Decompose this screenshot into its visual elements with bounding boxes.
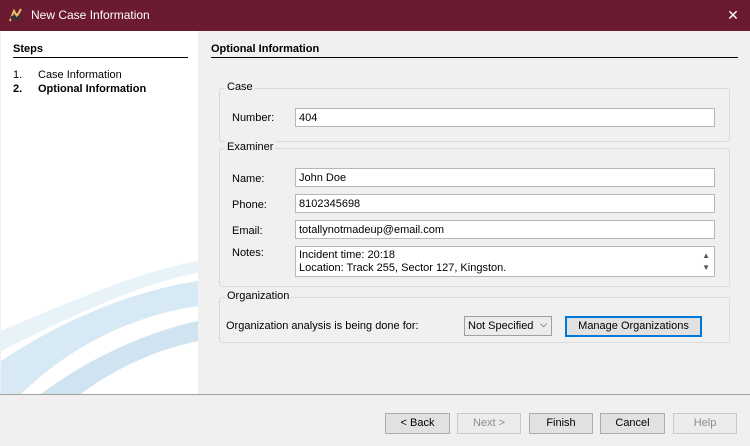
footer-divider [0, 394, 750, 395]
chevron-down-icon: ⌵ [540, 319, 547, 329]
title-divider [211, 57, 738, 58]
name-field[interactable]: John Doe [295, 168, 715, 187]
steps-heading: Steps [13, 43, 43, 55]
organization-selected: Not Specified [468, 320, 534, 332]
case-legend: Case [225, 81, 255, 93]
examiner-legend: Examiner [225, 141, 276, 153]
app-icon [9, 8, 22, 22]
phone-field[interactable]: 8102345698 [295, 194, 715, 213]
steps-panel: Steps 1. Case Information 2. Optional Info… [1, 31, 198, 394]
organization-label: Organization analysis is being done for: [226, 320, 419, 332]
notes-label: Notes: [232, 247, 264, 259]
manage-organizations-button[interactable]: Manage Organizations [565, 316, 702, 337]
notes-line: Incident time: 20:18 [299, 249, 396, 261]
window-title: New Case Information [31, 8, 150, 22]
email-field[interactable]: totallynotmadeup@email.com [295, 220, 715, 239]
steps-divider [13, 57, 188, 58]
name-label: Name: [232, 173, 265, 185]
page-title: Optional Information [211, 43, 320, 55]
decorative-swoosh [1, 261, 198, 394]
back-button[interactable]: < Back [385, 413, 450, 434]
next-button[interactable]: Next > [457, 413, 521, 434]
cancel-button[interactable]: Cancel [600, 413, 665, 434]
number-field[interactable]: 404 [295, 108, 715, 127]
finish-button[interactable]: Finish [529, 413, 593, 434]
step-optional-information: 2. Optional Information [13, 83, 147, 95]
step-case-information: 1. Case Information [13, 69, 122, 81]
organization-select[interactable]: Not Specified ⌵ [464, 316, 552, 336]
notes-field[interactable]: Incident time: 20:18 Location: Track 255… [295, 246, 715, 277]
title-bar: New Case Information ✕ [0, 0, 750, 31]
email-label: Email: [232, 225, 263, 237]
close-icon: ✕ [727, 7, 739, 23]
close-button[interactable]: ✕ [716, 0, 750, 31]
scroll-down-icon[interactable]: ▼ [702, 261, 710, 274]
notes-line: Location: Track 255, Sector 127, Kingsto… [299, 262, 507, 274]
organization-legend: Organization [225, 290, 292, 302]
number-label: Number: [232, 112, 275, 124]
help-button[interactable]: Help [673, 413, 737, 434]
main-panel: Optional Information Case Number: 404 Ex… [199, 31, 750, 394]
phone-label: Phone: [232, 199, 267, 211]
